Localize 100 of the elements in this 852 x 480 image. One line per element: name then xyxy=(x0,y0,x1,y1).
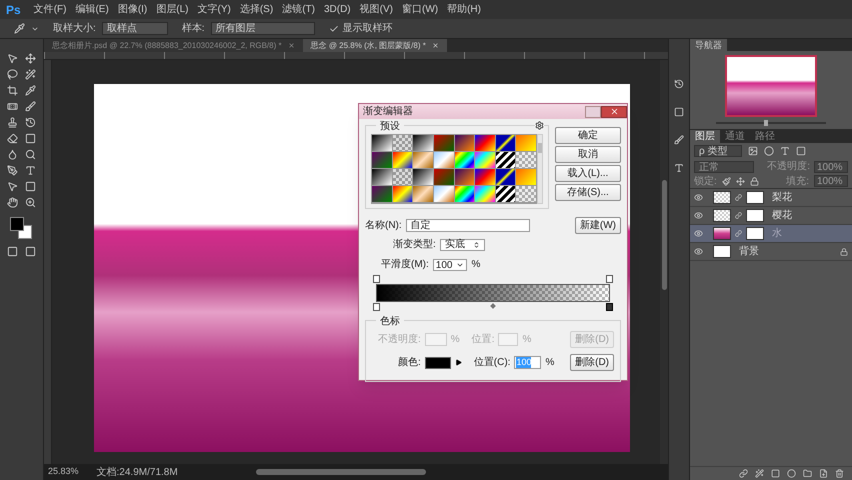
link-icon[interactable] xyxy=(735,193,742,202)
healing-brush-icon[interactable] xyxy=(6,101,18,112)
opacity-stop[interactable] xyxy=(373,275,380,283)
menu-item[interactable]: 选择(S) xyxy=(240,2,274,17)
preset-swatch[interactable] xyxy=(434,135,454,151)
lock-pixels-icon[interactable] xyxy=(722,176,731,186)
preset-swatch[interactable] xyxy=(475,152,495,168)
history-icon[interactable] xyxy=(674,79,684,89)
preset-swatch[interactable] xyxy=(496,152,516,168)
lock-position-icon[interactable] xyxy=(736,176,745,186)
preset-swatch[interactable] xyxy=(413,152,433,168)
preset-swatch[interactable] xyxy=(434,169,454,185)
type-filter-icon[interactable] xyxy=(780,146,790,156)
panel-tab[interactable]: 导航器 xyxy=(690,39,727,51)
midpoint-marker[interactable] xyxy=(490,303,496,309)
move-tool-icon[interactable] xyxy=(25,53,36,64)
pen-tool-icon[interactable] xyxy=(6,165,18,176)
arrow-icon[interactable] xyxy=(454,359,462,366)
slider-thumb[interactable] xyxy=(764,120,768,126)
visibility-icon[interactable] xyxy=(694,229,703,238)
magic-wand-icon[interactable] xyxy=(25,69,36,80)
settings-icon[interactable] xyxy=(535,121,544,130)
panel-icon[interactable] xyxy=(674,107,684,117)
dialog-button[interactable]: 载入(L)... xyxy=(555,165,621,182)
link-icon[interactable] xyxy=(735,229,742,238)
visibility-icon[interactable] xyxy=(694,211,703,220)
layer-row[interactable]: 梨花 xyxy=(690,189,852,207)
menu-item[interactable]: 帮助(H) xyxy=(447,2,481,17)
preset-swatch[interactable] xyxy=(392,135,412,151)
preset-swatch[interactable] xyxy=(434,186,454,202)
zoom-tool-icon[interactable] xyxy=(25,197,36,208)
shape-filter-icon[interactable] xyxy=(796,146,806,156)
preset-swatch[interactable] xyxy=(516,169,536,185)
gradient-type-select[interactable]: 实底 xyxy=(440,238,485,250)
blur-tool-icon[interactable] xyxy=(6,149,18,160)
selection-tool-icon[interactable] xyxy=(6,53,18,64)
close-icon[interactable] xyxy=(288,42,295,49)
preset-swatch[interactable] xyxy=(496,169,516,185)
lasso-tool-icon[interactable] xyxy=(6,69,18,80)
preset-swatch[interactable] xyxy=(413,169,433,185)
eraser-tool-icon[interactable] xyxy=(6,133,18,144)
type-icon[interactable] xyxy=(674,163,684,173)
preset-swatch[interactable] xyxy=(454,135,474,151)
filter-select[interactable]: ρ 类型 xyxy=(694,145,742,157)
menu-item[interactable]: 文字(Y) xyxy=(198,2,231,17)
panel-tab[interactable]: 通道 xyxy=(720,130,750,143)
preset-swatch[interactable] xyxy=(516,135,536,151)
adjustment-icon[interactable] xyxy=(787,469,796,478)
visibility-icon[interactable] xyxy=(694,247,703,256)
scrollbar[interactable] xyxy=(660,60,668,464)
eyedropper-icon[interactable] xyxy=(14,23,25,34)
menu-item[interactable]: 窗口(W) xyxy=(402,2,438,17)
delete-button[interactable]: 删除(D) xyxy=(570,354,614,371)
preset-swatch[interactable] xyxy=(413,186,433,202)
path-selection-icon[interactable] xyxy=(6,181,18,192)
color-stop[interactable] xyxy=(373,303,380,311)
sample-select[interactable]: 所有图层 xyxy=(210,22,315,35)
close-button[interactable] xyxy=(601,106,627,118)
menu-item[interactable]: 图像(I) xyxy=(118,2,148,17)
panel-tab[interactable]: 图层 xyxy=(690,130,720,143)
scrollbar[interactable] xyxy=(256,469,426,475)
preset-swatch[interactable] xyxy=(413,135,433,151)
preset-swatch[interactable] xyxy=(454,186,474,202)
new-button[interactable]: 新建(W) xyxy=(574,217,621,234)
link-icon[interactable] xyxy=(735,211,742,220)
preset-swatch[interactable] xyxy=(516,186,536,202)
menu-item[interactable]: 文件(F) xyxy=(34,2,66,17)
type-tool-icon[interactable] xyxy=(25,165,36,176)
color-swatch[interactable] xyxy=(424,356,451,368)
scrollbar[interactable] xyxy=(537,134,543,204)
lock-all-icon[interactable] xyxy=(750,176,759,186)
panel-tab[interactable]: 路径 xyxy=(750,130,780,143)
close-icon[interactable] xyxy=(432,42,439,49)
dialog-button[interactable]: 确定 xyxy=(555,127,621,144)
eyedropper-tool-icon[interactable] xyxy=(25,85,36,96)
crop-tool-icon[interactable] xyxy=(6,85,18,96)
dialog-button[interactable]: 存储(S)... xyxy=(555,184,621,201)
visibility-icon[interactable] xyxy=(694,193,703,202)
preset-swatch[interactable] xyxy=(496,135,516,151)
preset-swatch[interactable] xyxy=(475,169,495,185)
new-layer-icon[interactable] xyxy=(819,469,828,478)
brush-icon[interactable] xyxy=(674,135,684,145)
preset-swatch[interactable] xyxy=(372,186,392,202)
adjustment-filter-icon[interactable] xyxy=(764,146,774,156)
mask-icon[interactable] xyxy=(771,469,780,478)
app-logo[interactable]: Ps xyxy=(6,0,21,18)
preset-swatch[interactable] xyxy=(392,169,412,185)
shape-tool-icon[interactable] xyxy=(25,181,36,192)
hand-tool-icon[interactable] xyxy=(6,197,18,208)
preset-swatch[interactable] xyxy=(496,186,516,202)
dialog-button[interactable]: 取消 xyxy=(555,146,621,163)
preset-swatch[interactable] xyxy=(454,169,474,185)
trash-icon[interactable] xyxy=(835,469,844,478)
document-tab[interactable]: 思念相册片.psd @ 22.7% (8885883_201030246002_2, RGB/8) * xyxy=(44,39,303,52)
preset-swatch[interactable] xyxy=(392,152,412,168)
color-stop[interactable] xyxy=(606,303,613,311)
sample-size-select[interactable]: 取样点 xyxy=(102,22,168,35)
name-field[interactable]: 自定 xyxy=(406,219,530,232)
menu-item[interactable]: 图层(L) xyxy=(156,2,188,17)
preset-swatch[interactable] xyxy=(372,169,392,185)
